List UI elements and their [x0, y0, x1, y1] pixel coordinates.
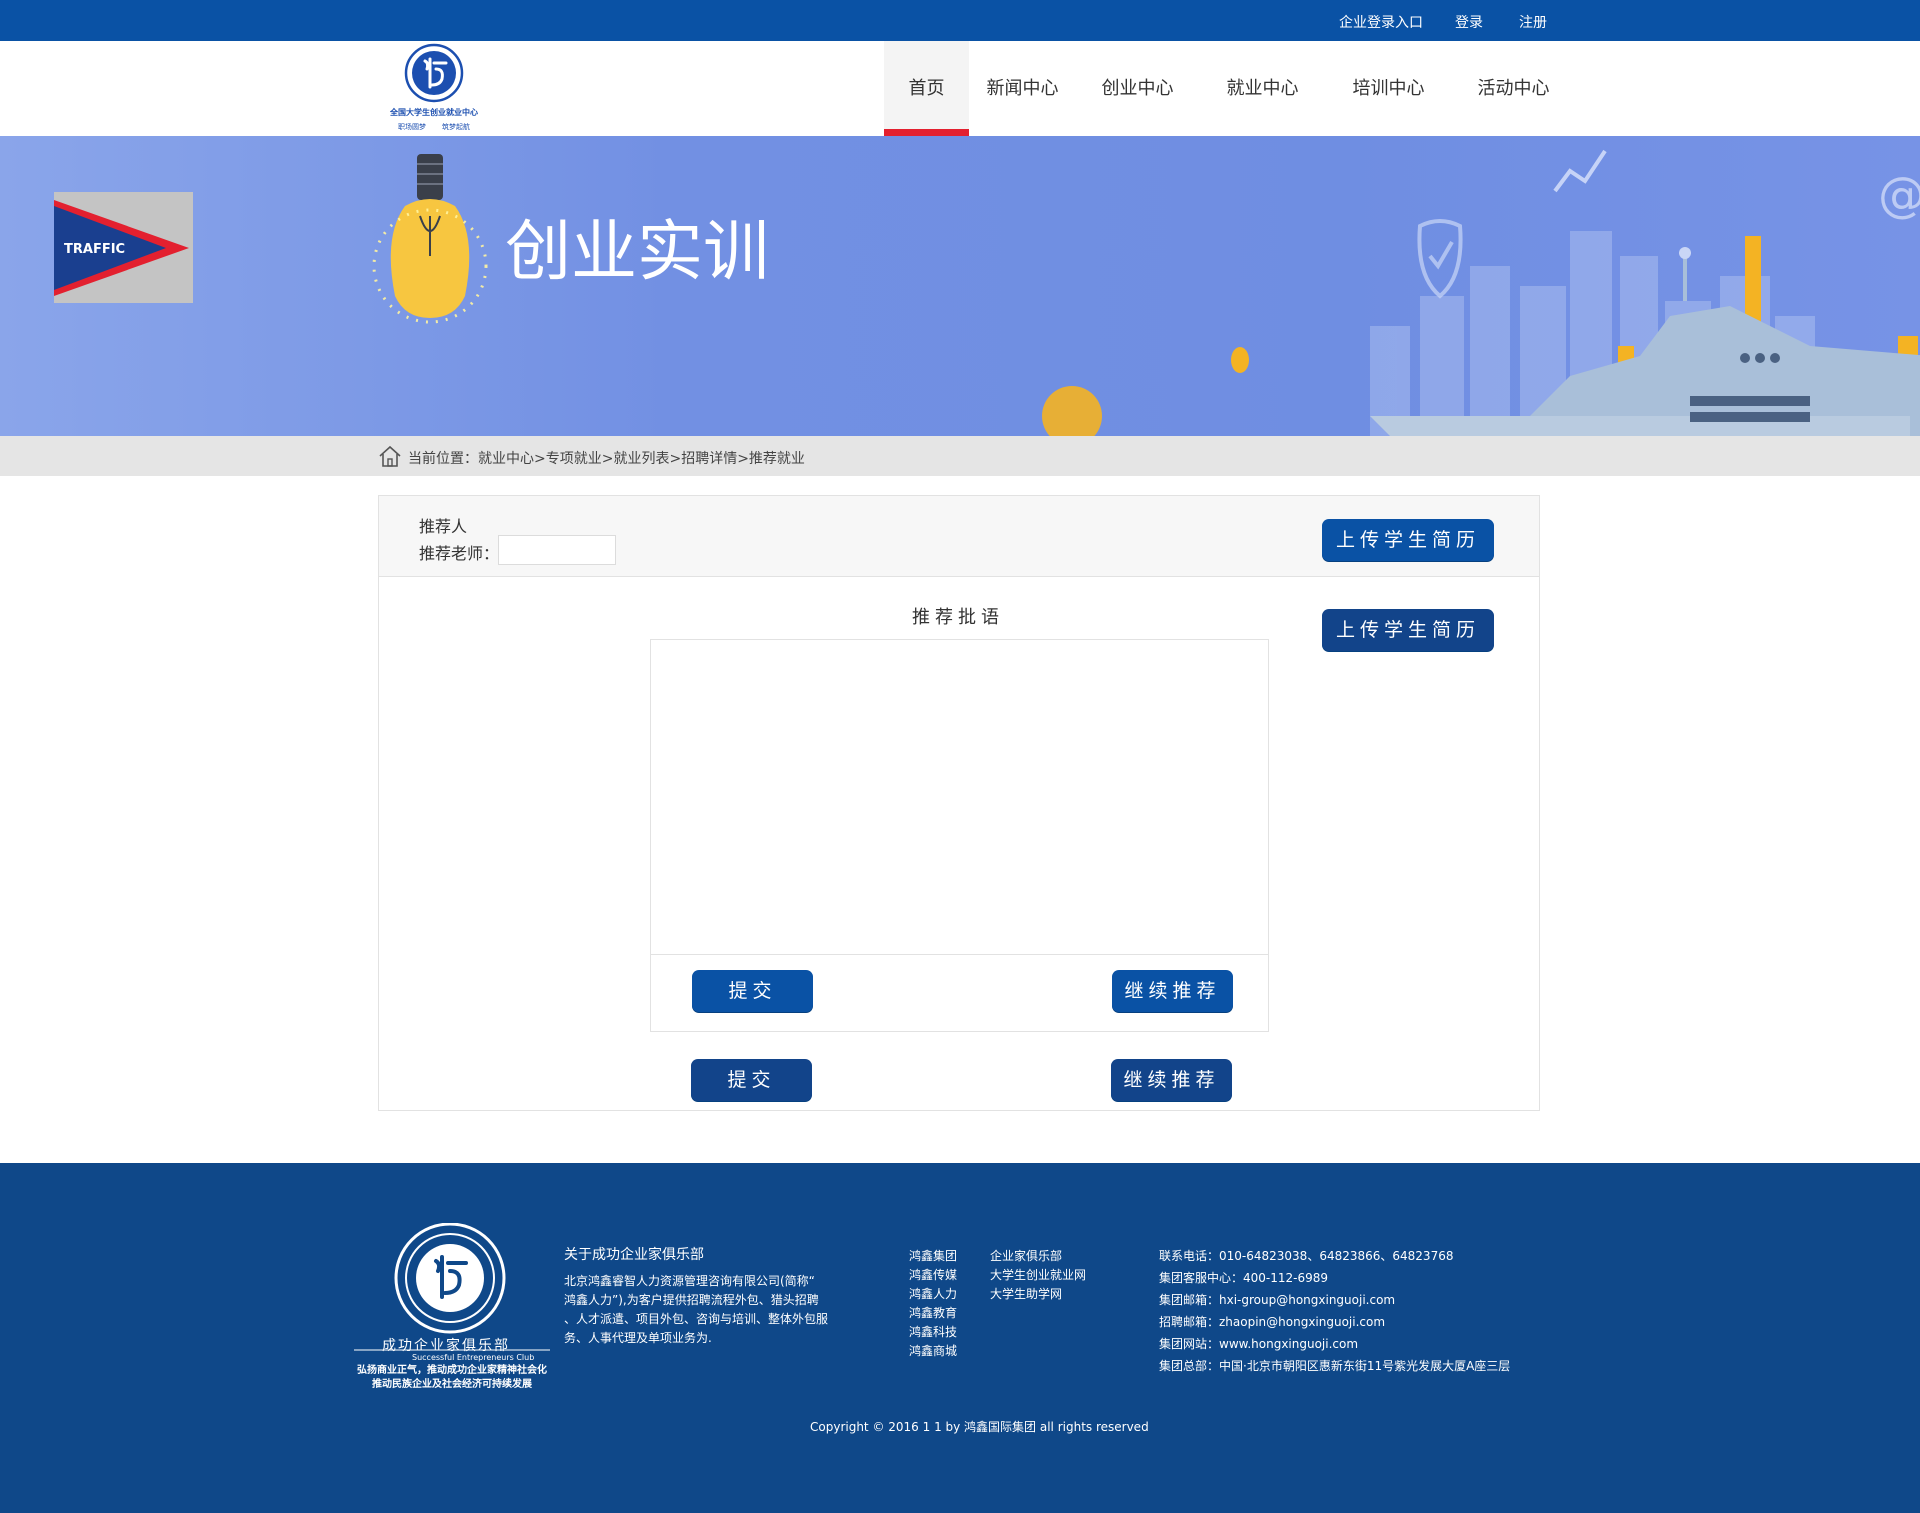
upload-resume-button[interactable]: 上传学生简历 [1322, 519, 1494, 561]
svg-text:职场圆梦: 职场圆梦 [398, 122, 426, 131]
svg-text:@: @ [1878, 167, 1920, 223]
contact-service: 集团客服中心：400-112-6989 [1159, 1271, 1329, 1285]
footer-link-hongxin-tech[interactable]: 鸿鑫科技 [909, 1323, 957, 1342]
comment-box: 提交 继续推荐 [650, 639, 1269, 1032]
comment-title: 推荐批语 [912, 607, 1004, 628]
home-icon[interactable] [378, 445, 402, 467]
nav-training-center[interactable]: 培训中心 [1346, 41, 1431, 136]
footer-link-hongxin-media[interactable]: 鸿鑫传媒 [909, 1266, 957, 1285]
footer-link-student-aid[interactable]: 大学生助学网 [990, 1285, 1062, 1304]
about-line-2: 鸿鑫人力”),为客户提供招聘流程外包、猎头招聘 [564, 1293, 819, 1307]
banner-illustration: 创业实训 @ [372, 149, 1920, 436]
club-slogan-2: 推动民族企业及社会经济可持续发展 [372, 1379, 532, 1390]
contact-address: 集团总部：中国·北京市朝阳区惠新东街11号紫光发展大厦A座三层 [1159, 1359, 1511, 1373]
about-line-3: 、人才派遣、项目外包、咨询与培训、整体外包服 [564, 1312, 829, 1326]
contact-group-email: 集团邮箱：hxi-group@hongxinguoji.com [1159, 1293, 1396, 1307]
nav-employment-center[interactable]: 就业中心 [1220, 41, 1305, 136]
site-header: 全国大学生创业就业中心 职场圆梦 筑梦起航 首页 新闻中心 创业中心 就业中心 … [0, 41, 1920, 136]
footer-link-hongxin-mall[interactable]: 鸿鑫商城 [909, 1342, 957, 1361]
traffic-ad[interactable]: TRAFFIC [54, 192, 193, 303]
teacher-input[interactable] [498, 535, 616, 565]
site-logo-emblem: 全国大学生创业就业中心 职场圆梦 筑梦起航 [389, 43, 478, 131]
breadcrumb-text[interactable]: 当前位置：就业中心>专项就业>就业列表>招聘详情>推荐就业 [408, 448, 805, 468]
traffic-ad-image: TRAFFIC [54, 192, 193, 303]
contact-recruit-email: 招聘邮箱：zhaopin@hongxinguoji.com [1159, 1315, 1386, 1329]
login-link[interactable]: 登录 [1455, 12, 1483, 32]
continue-recommend-button-secondary[interactable]: 继续推荐 [1111, 1059, 1232, 1101]
nav-startup-center[interactable]: 创业中心 [1095, 41, 1180, 136]
footer-link-entrepreneur-club[interactable]: 企业家俱乐部 [990, 1247, 1062, 1266]
contact-website: 集团网站：www.hongxinguoji.com [1159, 1337, 1359, 1351]
footer-link-hongxin-hr[interactable]: 鸿鑫人力 [909, 1285, 957, 1304]
footer-link-hongxin-education[interactable]: 鸿鑫教育 [909, 1304, 957, 1323]
submit-button-secondary[interactable]: 提交 [691, 1059, 812, 1101]
banner: 创业实训 @ [0, 136, 1920, 436]
top-bar: 企业登录入口 登录 注册 [0, 0, 1920, 41]
submit-button[interactable]: 提交 [692, 970, 813, 1012]
banner-title: 创业实训 [505, 213, 769, 290]
about-line-4: 务、人事代理及单项业务为. [564, 1331, 712, 1345]
footer-link-hongxin-group[interactable]: 鸿鑫集团 [909, 1247, 957, 1266]
recommender-label: 推荐人 [419, 517, 468, 536]
register-link[interactable]: 注册 [1519, 12, 1547, 32]
footer-link-student-employment[interactable]: 大学生创业就业网 [990, 1266, 1086, 1285]
about-line-1: 北京鸿鑫睿智人力资源管理咨询有限公司(简称“ [564, 1274, 815, 1288]
nav-home[interactable]: 首页 [884, 41, 969, 136]
nav-activity-center[interactable]: 活动中心 [1471, 41, 1556, 136]
nav-news-center[interactable]: 新闻中心 [980, 41, 1065, 136]
light-bulb-icon [372, 154, 488, 324]
svg-text:TRAFFIC: TRAFFIC [64, 242, 125, 257]
svg-text:全国大学生创业就业中心: 全国大学生创业就业中心 [389, 107, 478, 117]
continue-recommend-button[interactable]: 继续推荐 [1112, 970, 1233, 1012]
upload-resume-button-secondary[interactable]: 上传学生简历 [1322, 609, 1494, 651]
svg-text:筑梦起航: 筑梦起航 [442, 122, 470, 131]
copyright: Copyright © 2016 1 1 by 鸿鑫国际集团 all right… [810, 1420, 1149, 1434]
recommend-form-panel: 推荐人 推荐老师： 上传学生简历 上传学生简历 推荐批语 提交 继续推荐 提交 … [378, 495, 1540, 1111]
club-english-name: Successful Entrepreneurs Club [412, 1353, 535, 1362]
teacher-label: 推荐老师： [419, 544, 500, 563]
recommender-section: 推荐人 推荐老师： 上传学生简历 [379, 496, 1539, 577]
comment-textarea[interactable] [651, 640, 1268, 955]
contact-phone: 联系电话：010-64823038、64823866、64823768 [1159, 1249, 1454, 1263]
breadcrumb: 当前位置：就业中心>专项就业>就业列表>招聘详情>推荐就业 [0, 436, 1920, 476]
site-logo[interactable]: 全国大学生创业就业中心 职场圆梦 筑梦起航 [378, 43, 490, 133]
enterprise-login-link[interactable]: 企业登录入口 [1339, 12, 1423, 32]
about-title: 关于成功企业家俱乐部 [564, 1247, 704, 1263]
club-slogan-1: 弘扬商业正气，推动成功企业家精神社会化 [357, 1365, 547, 1376]
site-footer: 成功企业家俱乐部 Successful Entrepreneurs Club 弘… [0, 1163, 1920, 1513]
